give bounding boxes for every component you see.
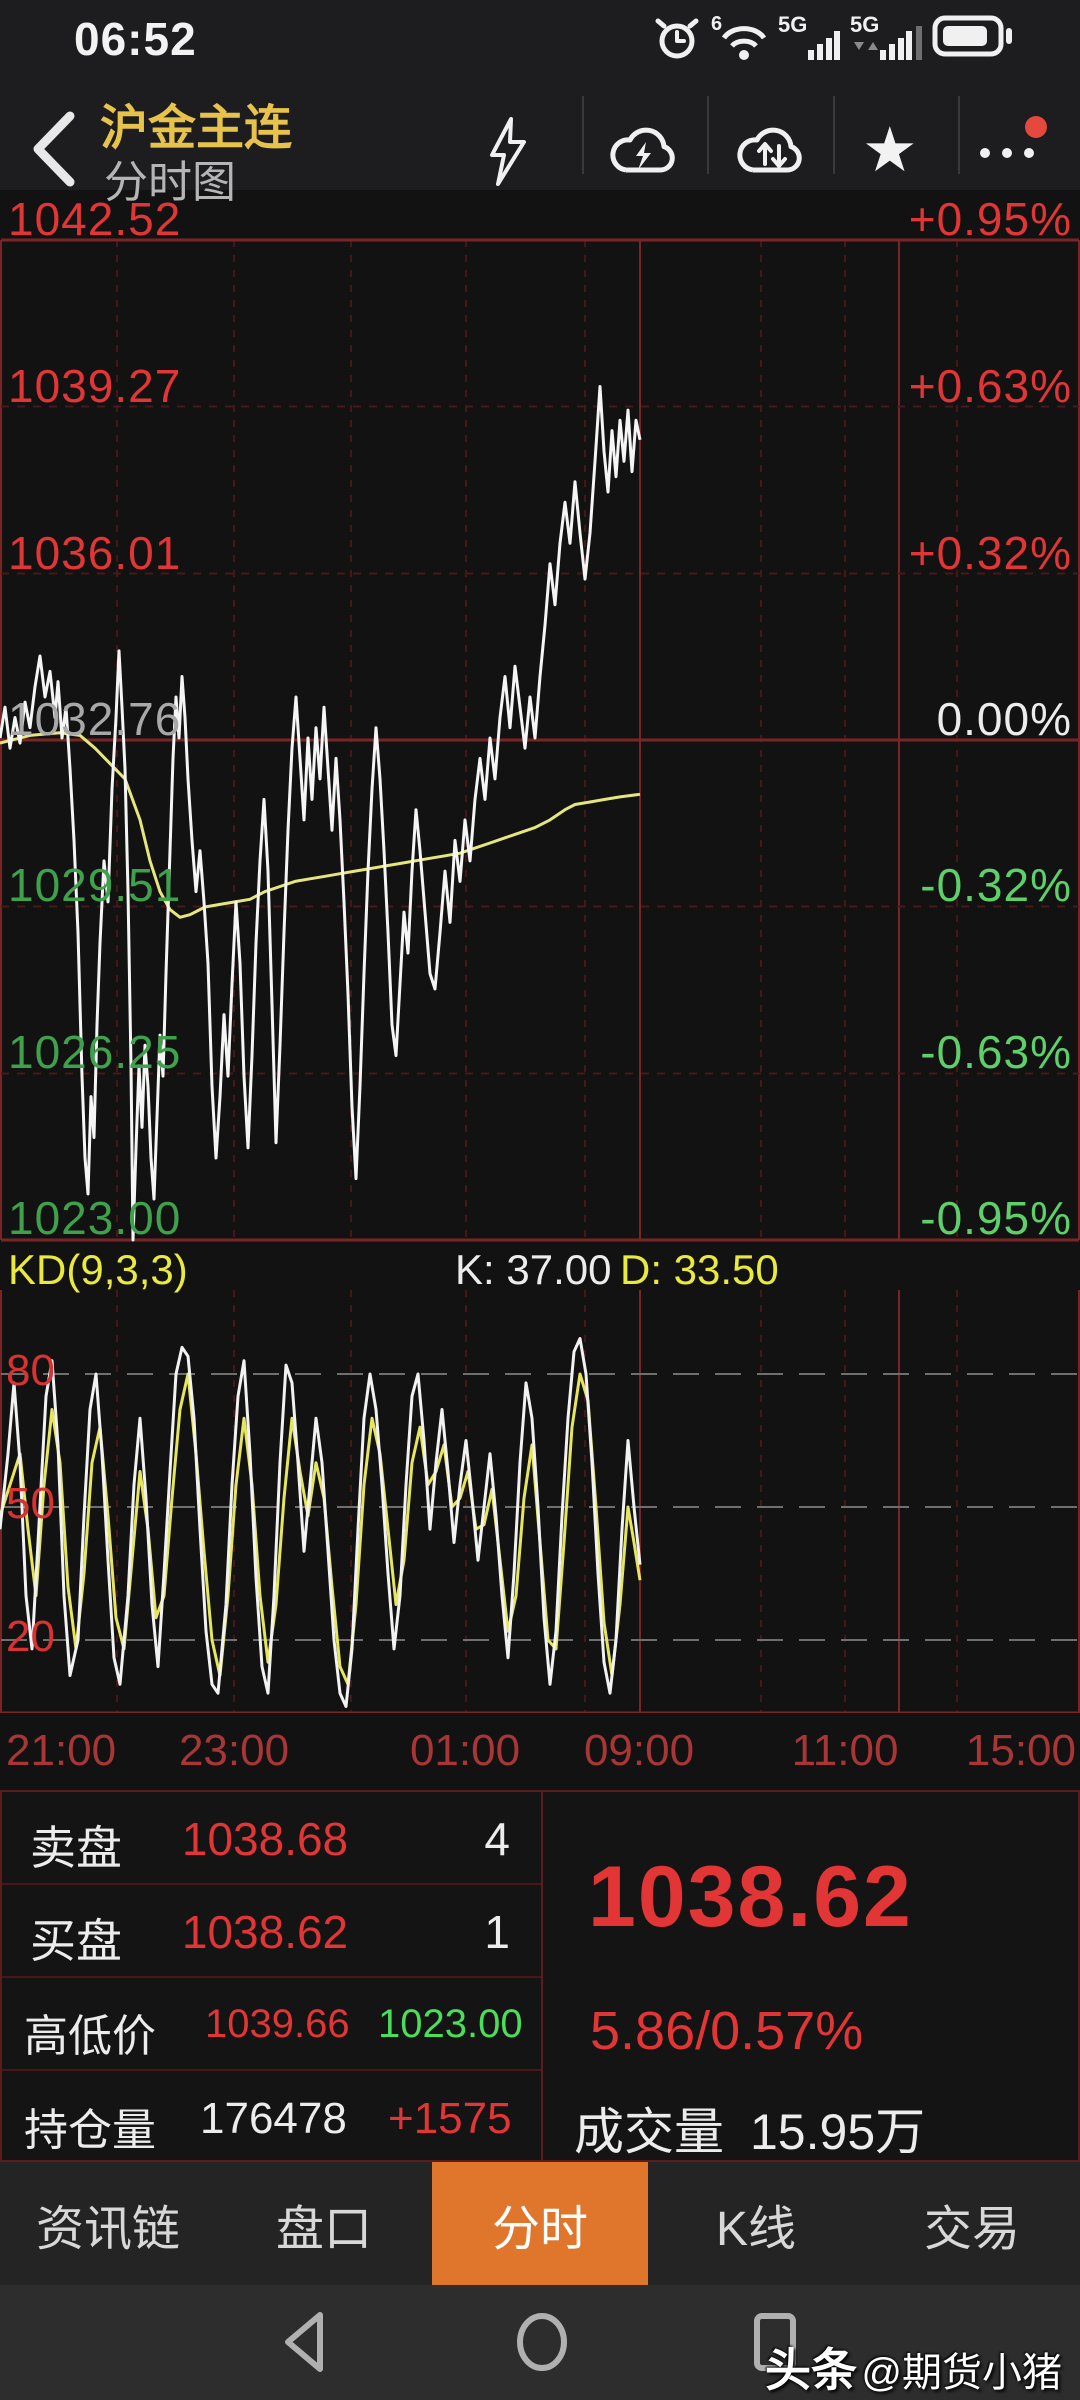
price-level-label: 1029.51 — [8, 859, 182, 911]
watermark-brand: 头条 — [764, 2344, 857, 2396]
ask-label: 卖盘 — [30, 1822, 122, 1874]
status-icons: 6 5G 5G — [654, 10, 1014, 62]
header-divider — [707, 96, 709, 174]
info-row-divider — [2, 1976, 541, 1978]
open-interest-value: 176478 — [200, 2094, 347, 2143]
pct-level-label: +0.63% — [908, 360, 1072, 412]
pct-level-label: 0.00% — [936, 693, 1072, 745]
favorite-button[interactable]: ★ — [862, 116, 918, 186]
more-menu-button[interactable] — [980, 148, 1034, 158]
kd-level-label: 20 — [6, 1612, 55, 1661]
nav-home-circle-icon — [512, 2307, 572, 2377]
price-change: 5.86/0.57% — [590, 2001, 864, 2061]
back-button[interactable] — [24, 110, 86, 188]
star-icon: ★ — [862, 116, 918, 185]
bid-label: 买盘 — [30, 1915, 122, 1967]
cloud-alert-button[interactable] — [608, 120, 682, 182]
dot-icon — [1002, 148, 1012, 158]
price-chart[interactable] — [0, 185, 1080, 1713]
price-level-label: 1042.52 — [8, 193, 182, 245]
kd-level-label: 50 — [6, 1479, 55, 1528]
wifi-icon: 6 — [710, 14, 768, 62]
open-interest-change: +1575 — [388, 2094, 512, 2143]
last-price: 1038.62 — [588, 1849, 913, 1945]
info-row-divider — [2, 2069, 541, 2071]
price-level-label: 1036.01 — [8, 527, 182, 579]
info-row-divider — [2, 1883, 541, 1885]
cloud-lightning-icon — [608, 120, 682, 182]
time-axis-label: 21:00 — [6, 1726, 117, 1775]
nav-home-button[interactable] — [512, 2307, 572, 2377]
price-level-label: 1032.76 — [8, 693, 182, 745]
tab-order-book[interactable]: 盘口 — [216, 2162, 432, 2285]
notification-badge — [1025, 116, 1047, 138]
kd-level-label: 80 — [6, 1346, 55, 1395]
open-interest-label: 持仓量 — [24, 2106, 156, 2155]
alarm-icon — [654, 14, 700, 62]
pct-level-label: +0.32% — [908, 527, 1072, 579]
cloud-sync-icon — [735, 120, 809, 182]
bid-price: 1038.62 — [181, 1906, 349, 1958]
price-level-label: 1023.00 — [8, 1192, 182, 1244]
tab-trade[interactable]: 交易 — [864, 2162, 1080, 2285]
svg-text:5G: 5G — [778, 14, 807, 37]
time-axis-label: 11:00 — [791, 1726, 899, 1775]
status-clock: 06:52 — [74, 13, 197, 65]
high-price: 1039.66 — [205, 2002, 350, 2046]
svg-text:5G: 5G — [850, 14, 879, 37]
price-level-label: 1039.27 — [8, 360, 182, 412]
dot-icon — [1024, 148, 1034, 158]
tab-kline[interactable]: K线 — [648, 2162, 864, 2285]
watermark: 头条 @期货小猪 — [765, 2334, 1062, 2400]
kd-d-value: D: 33.50 — [620, 1246, 779, 1293]
back-chevron-icon — [24, 110, 86, 188]
ask-volume: 4 — [484, 1813, 510, 1865]
signal-bars-1-icon: 5G — [778, 14, 840, 62]
info-panel-divider — [541, 1792, 543, 2160]
pct-level-label: -0.32% — [920, 859, 1072, 911]
price-level-label: 1026.25 — [8, 1026, 182, 1078]
header-divider — [958, 96, 960, 174]
battery-icon — [932, 10, 1014, 62]
bid-volume: 1 — [484, 1906, 510, 1958]
header-divider — [833, 96, 835, 174]
time-axis-label: 15:00 — [965, 1726, 1076, 1775]
time-axis-label: 09:00 — [583, 1726, 695, 1775]
volume-value: 15.95万 — [750, 2104, 926, 2160]
quick-trade-button[interactable] — [485, 116, 531, 188]
time-axis-label: 23:00 — [178, 1726, 290, 1775]
pct-level-label: -0.63% — [920, 1026, 1072, 1078]
dot-icon — [980, 148, 990, 158]
nav-back-triangle-icon — [278, 2307, 330, 2377]
nav-back-button[interactable] — [278, 2307, 330, 2377]
bottom-tab-bar: 资讯链 盘口 分时 K线 交易 — [0, 2162, 1080, 2285]
low-price: 1023.00 — [378, 2002, 523, 2046]
high-low-label: 高低价 — [24, 2012, 156, 2061]
lightning-icon — [485, 116, 531, 188]
watermark-user: @期货小猪 — [861, 2351, 1062, 2395]
ask-price: 1038.68 — [181, 1813, 349, 1865]
wifi-gen-label: 6 — [711, 14, 722, 35]
cloud-sync-button[interactable] — [735, 120, 809, 182]
tab-news-chain[interactable]: 资讯链 — [0, 2162, 216, 2285]
header-divider — [582, 96, 584, 174]
kd-indicator-title[interactable]: KD(9,3,3) — [8, 1246, 188, 1294]
pct-level-label: -0.95% — [920, 1192, 1072, 1244]
volume-label: 成交量 — [574, 2104, 724, 2160]
volume-row: 成交量 15.95万 — [574, 2092, 925, 2164]
kd-k-value: K: 37.00 — [455, 1246, 612, 1293]
pct-level-label: +0.95% — [908, 193, 1072, 245]
tab-intraday[interactable]: 分时 — [432, 2162, 648, 2285]
signal-bars-2-icon: 5G — [850, 14, 922, 62]
time-axis-label: 01:00 — [409, 1726, 521, 1775]
